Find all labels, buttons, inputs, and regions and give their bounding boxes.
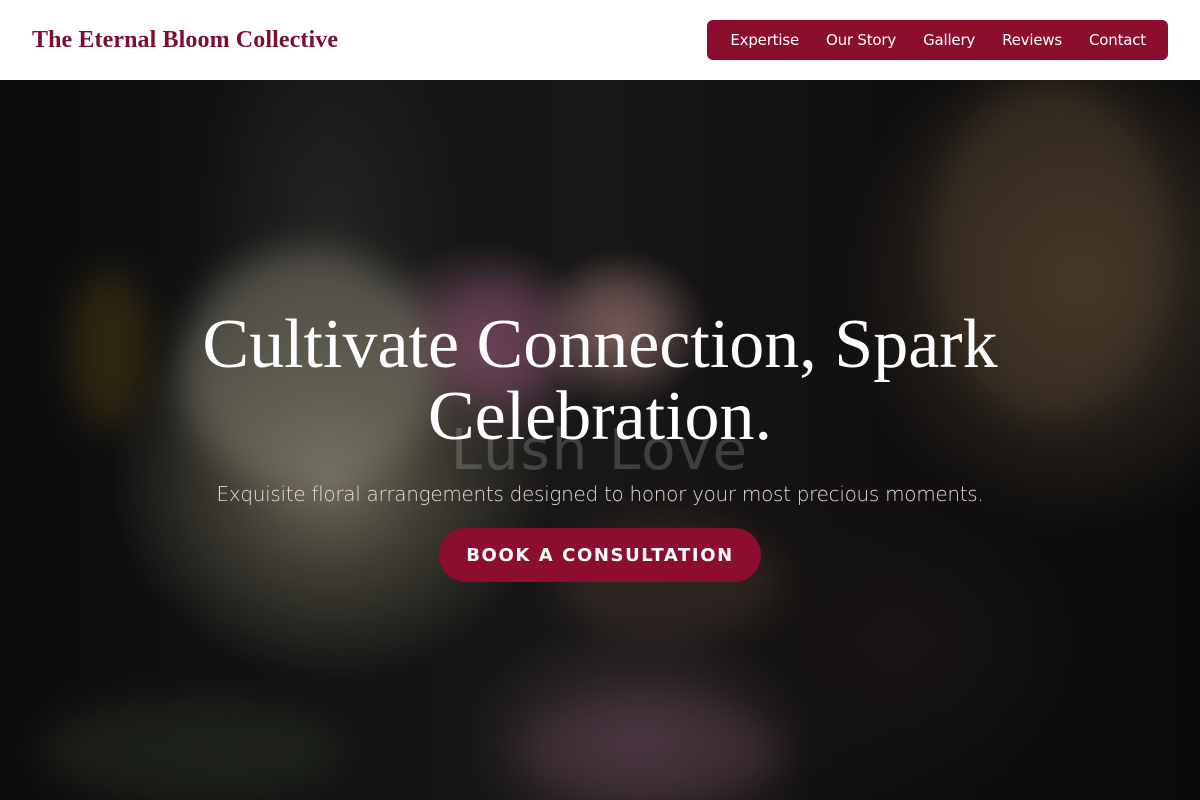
hero-section: Lush Love Cultivate Connection, Spark Ce… [0,80,1200,800]
nav-link-contact[interactable]: Contact [1089,31,1146,49]
nav-link-expertise[interactable]: Expertise [730,31,799,49]
brand-logo-text[interactable]: The Eternal Bloom Collective [32,27,338,54]
nav-link-our-story[interactable]: Our Story [826,31,896,49]
site-header: The Eternal Bloom Collective Expertise O… [0,0,1200,80]
hero-title: Cultivate Connection, Spark Celebration. [202,306,998,455]
hero-content: Cultivate Connection, Spark Celebration.… [0,80,1200,800]
hero-subtitle: Exquisite floral arrangements designed t… [216,482,984,506]
nav-link-reviews[interactable]: Reviews [1002,31,1062,49]
main-nav: Expertise Our Story Gallery Reviews Cont… [707,20,1168,60]
nav-link-gallery[interactable]: Gallery [923,31,975,49]
book-consultation-button[interactable]: BOOK A CONSULTATION [439,528,761,582]
